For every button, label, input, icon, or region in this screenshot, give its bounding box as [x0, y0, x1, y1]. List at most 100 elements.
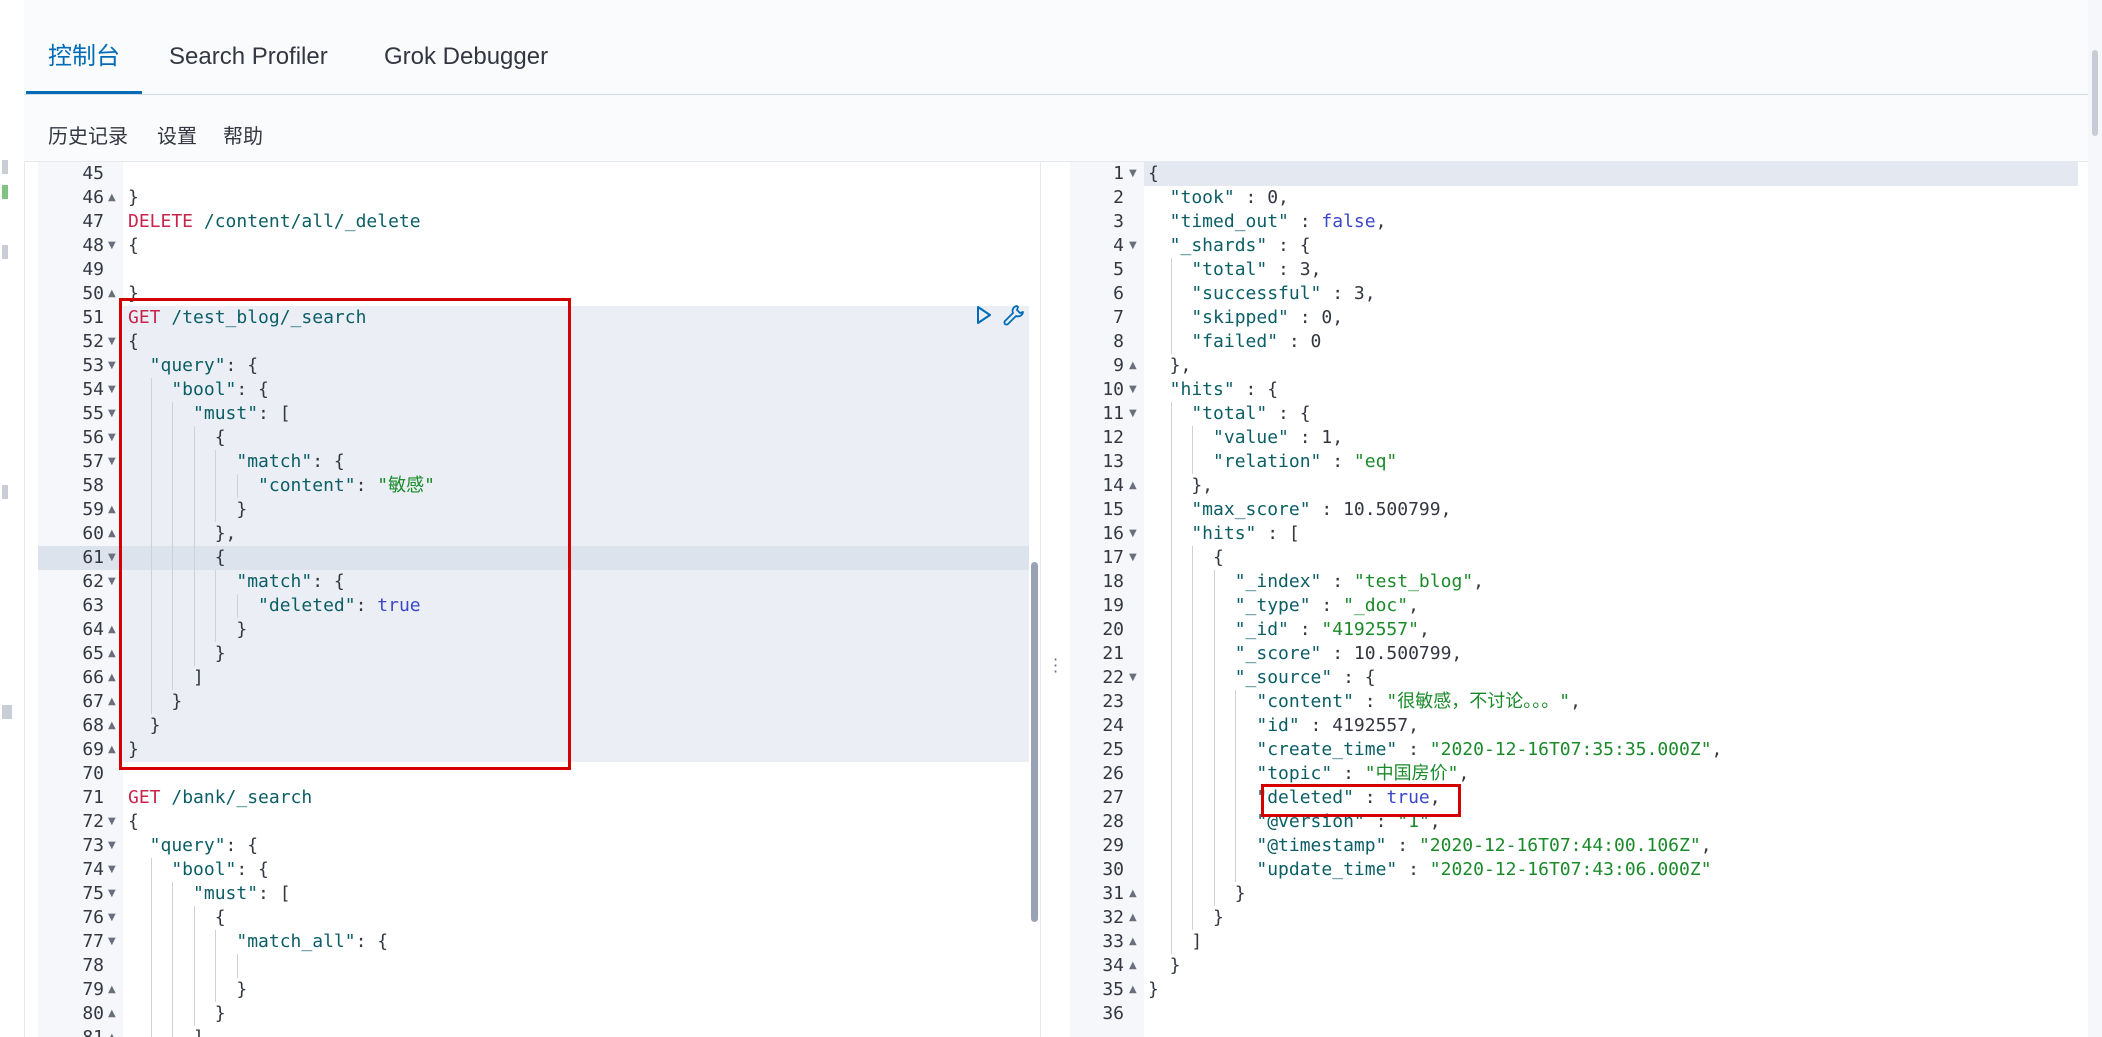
- editor-scrollbar[interactable]: [1031, 562, 1038, 922]
- fold-open-icon[interactable]: ▼: [108, 426, 116, 450]
- fold-open-icon[interactable]: ▼: [108, 450, 116, 474]
- code-text[interactable]: "failed" : 0: [1148, 330, 1321, 354]
- fold-close-icon[interactable]: ▲: [1129, 354, 1137, 378]
- fold-open-icon[interactable]: ▼: [108, 330, 116, 354]
- fold-close-icon[interactable]: ▲: [108, 978, 116, 1002]
- wrench-icon[interactable]: [1000, 302, 1026, 328]
- code-text[interactable]: },: [1148, 354, 1192, 378]
- fold-close-icon[interactable]: ▲: [108, 714, 116, 738]
- code-text[interactable]: DELETE /content/all/_delete: [128, 210, 421, 234]
- fold-open-icon[interactable]: ▼: [1129, 402, 1137, 426]
- fold-close-icon[interactable]: ▲: [108, 522, 116, 546]
- code-text[interactable]: "hits" : {: [1148, 378, 1278, 402]
- fold-open-icon[interactable]: ▼: [1129, 546, 1137, 570]
- fold-open-icon[interactable]: ▼: [108, 858, 116, 882]
- fold-open-icon[interactable]: ▼: [108, 234, 116, 258]
- code-text[interactable]: {: [1148, 546, 1224, 570]
- code-text[interactable]: }: [128, 978, 247, 1002]
- fold-close-icon[interactable]: ▲: [108, 1026, 116, 1037]
- fold-close-icon[interactable]: ▲: [108, 618, 116, 642]
- code-text[interactable]: {: [128, 234, 139, 258]
- fold-open-icon[interactable]: ▼: [108, 810, 116, 834]
- fold-open-icon[interactable]: ▼: [1129, 522, 1137, 546]
- fold-open-icon[interactable]: ▼: [108, 930, 116, 954]
- menu-settings[interactable]: 设置: [157, 120, 197, 149]
- code-text[interactable]: "topic" : "中国房价",: [1148, 762, 1469, 786]
- fold-close-icon[interactable]: ▲: [108, 186, 116, 210]
- fold-open-icon[interactable]: ▼: [108, 402, 116, 426]
- code-text[interactable]: "id" : 4192557,: [1148, 714, 1419, 738]
- code-text[interactable]: }: [1148, 954, 1181, 978]
- code-text[interactable]: "_id" : "4192557",: [1148, 618, 1430, 642]
- fold-open-icon[interactable]: ▼: [108, 546, 116, 570]
- menu-help[interactable]: 帮助: [223, 120, 263, 149]
- code-text[interactable]: }: [1148, 882, 1246, 906]
- fold-open-icon[interactable]: ▼: [108, 570, 116, 594]
- code-text[interactable]: }: [1148, 906, 1224, 930]
- fold-close-icon[interactable]: ▲: [108, 1002, 116, 1026]
- code-text[interactable]: "query": {: [128, 834, 258, 858]
- code-text[interactable]: "relation" : "eq": [1148, 450, 1397, 474]
- fold-open-icon[interactable]: ▼: [1129, 666, 1137, 690]
- tab-console[interactable]: 控制台: [26, 40, 142, 94]
- fold-open-icon[interactable]: ▼: [108, 882, 116, 906]
- fold-close-icon[interactable]: ▲: [108, 282, 116, 306]
- tab-grok-debugger[interactable]: Grok Debugger: [384, 40, 548, 94]
- fold-open-icon[interactable]: ▼: [108, 378, 116, 402]
- code-text[interactable]: "create_time" : "2020-12-16T07:35:35.000…: [1148, 738, 1722, 762]
- code-text[interactable]: ]: [128, 1026, 204, 1037]
- code-text[interactable]: {: [128, 906, 226, 930]
- code-text[interactable]: "match_all": {: [128, 930, 388, 954]
- code-text[interactable]: {: [1148, 162, 1159, 186]
- code-text[interactable]: "_type" : "_doc",: [1148, 594, 1419, 618]
- code-text[interactable]: "skipped" : 0,: [1148, 306, 1343, 330]
- fold-open-icon[interactable]: ▼: [108, 906, 116, 930]
- pane-resizer[interactable]: · · ·: [1040, 162, 1072, 1037]
- code-text[interactable]: "successful" : 3,: [1148, 282, 1375, 306]
- fold-open-icon[interactable]: ▼: [108, 834, 116, 858]
- fold-close-icon[interactable]: ▲: [108, 738, 116, 762]
- fold-close-icon[interactable]: ▲: [1129, 954, 1137, 978]
- code-text[interactable]: "took" : 0,: [1148, 186, 1289, 210]
- code-text[interactable]: "total" : 3,: [1148, 258, 1321, 282]
- fold-open-icon[interactable]: ▼: [1129, 162, 1137, 186]
- tab-search-profiler[interactable]: Search Profiler: [169, 40, 328, 94]
- fold-close-icon[interactable]: ▲: [1129, 474, 1137, 498]
- page-scrollbar-thumb[interactable]: [2092, 50, 2098, 136]
- fold-open-icon[interactable]: ▼: [108, 354, 116, 378]
- code-text[interactable]: "must": [: [128, 882, 291, 906]
- fold-close-icon[interactable]: ▲: [1129, 930, 1137, 954]
- fold-open-icon[interactable]: ▼: [1129, 378, 1137, 402]
- code-text[interactable]: "bool": {: [128, 858, 269, 882]
- code-text[interactable]: "content" : "很敏感，不讨论。。。",: [1148, 690, 1581, 714]
- code-text[interactable]: }: [128, 186, 139, 210]
- code-text[interactable]: },: [1148, 474, 1213, 498]
- fold-close-icon[interactable]: ▲: [108, 642, 116, 666]
- code-text[interactable]: "max_score" : 10.500799,: [1148, 498, 1451, 522]
- code-text[interactable]: GET /bank/_search: [128, 786, 312, 810]
- drag-handle-icon[interactable]: · · ·: [1053, 652, 1058, 680]
- code-text[interactable]: {: [128, 810, 139, 834]
- code-text[interactable]: }: [1148, 978, 1159, 1002]
- fold-close-icon[interactable]: ▲: [1129, 978, 1137, 1002]
- fold-close-icon[interactable]: ▲: [1129, 882, 1137, 906]
- fold-close-icon[interactable]: ▲: [108, 498, 116, 522]
- code-text[interactable]: "hits" : [: [1148, 522, 1299, 546]
- menu-history[interactable]: 历史记录: [48, 120, 128, 149]
- code-text[interactable]: "update_time" : "2020-12-16T07:43:06.000…: [1148, 858, 1711, 882]
- code-text[interactable]: "value" : 1,: [1148, 426, 1343, 450]
- code-text[interactable]: ]: [1148, 930, 1202, 954]
- play-icon[interactable]: [970, 302, 996, 328]
- code-text[interactable]: "timed_out" : false,: [1148, 210, 1387, 234]
- code-text[interactable]: "total" : {: [1148, 402, 1310, 426]
- fold-open-icon[interactable]: ▼: [1129, 234, 1137, 258]
- fold-close-icon[interactable]: ▲: [108, 690, 116, 714]
- fold-close-icon[interactable]: ▲: [108, 666, 116, 690]
- code-text[interactable]: "@timestamp" : "2020-12-16T07:44:00.106Z…: [1148, 834, 1711, 858]
- fold-close-icon[interactable]: ▲: [1129, 906, 1137, 930]
- code-text[interactable]: }: [128, 1002, 226, 1026]
- page-scrollbar[interactable]: [2088, 0, 2102, 1037]
- code-text[interactable]: "_source" : {: [1148, 666, 1376, 690]
- code-text[interactable]: "_score" : 10.500799,: [1148, 642, 1463, 666]
- code-text[interactable]: "_shards" : {: [1148, 234, 1311, 258]
